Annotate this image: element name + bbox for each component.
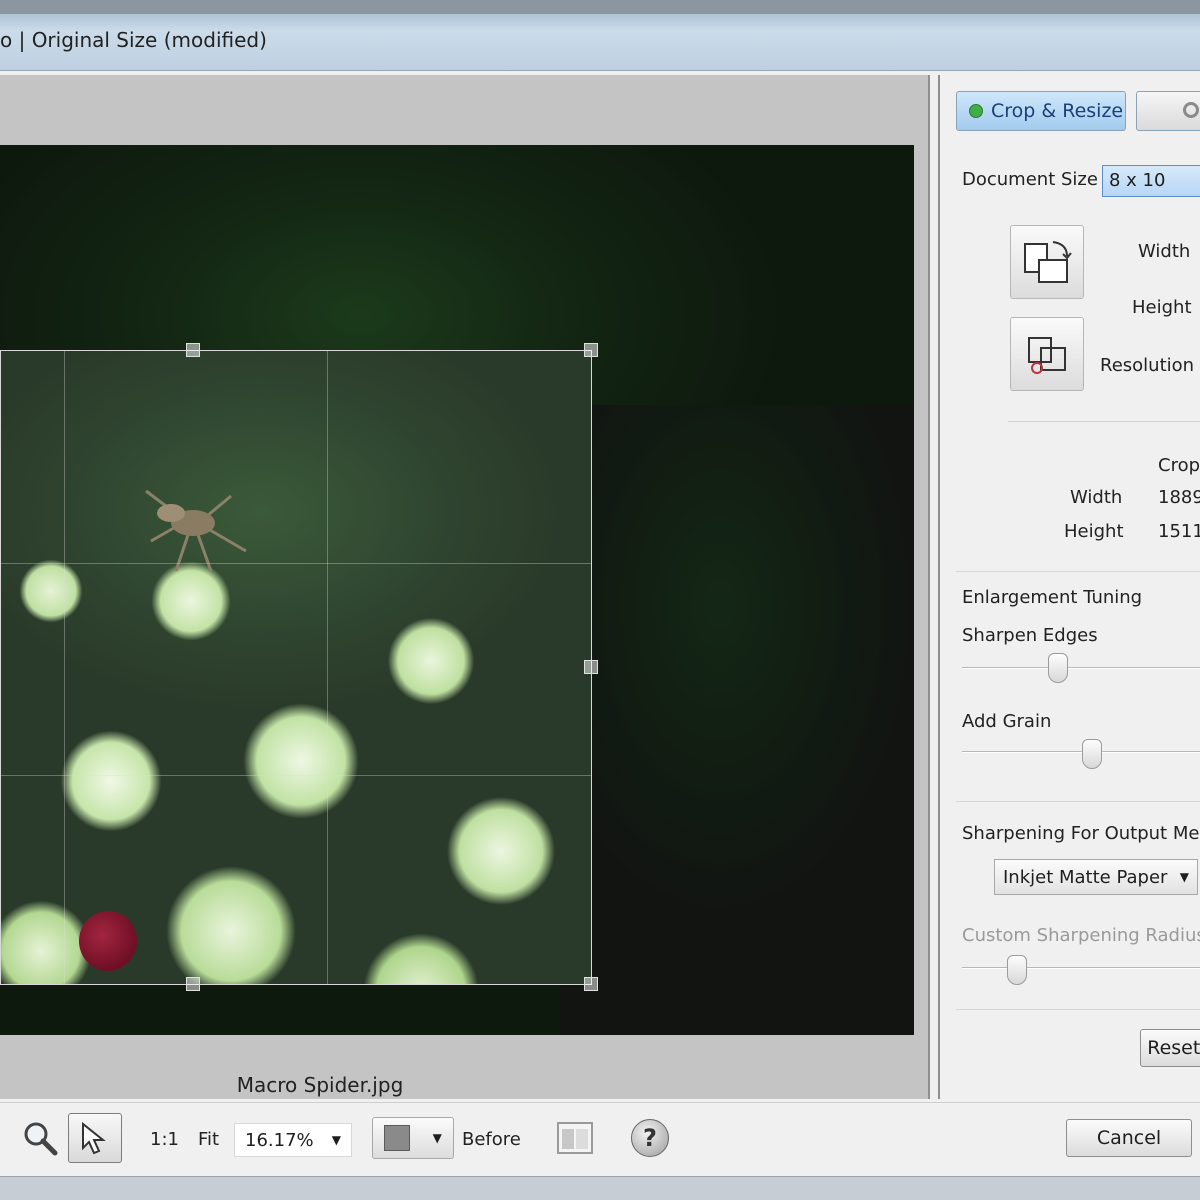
sharpen-edges-thumb[interactable] — [1047, 653, 1068, 683]
document-size-label: Document Size — [962, 169, 1098, 190]
help-icon: ? — [631, 1119, 669, 1157]
help-button[interactable]: ? — [622, 1113, 678, 1163]
zoom-select[interactable]: 16.17% ▼ — [234, 1123, 352, 1157]
divider — [956, 801, 1200, 802]
spider — [145, 489, 247, 571]
title-bar: o | Original Size (modified) — [0, 0, 1200, 70]
main-window: Macro Spider.jpg Crop & Resize Document … — [0, 70, 1200, 1190]
crop-header: Crop — [1158, 455, 1200, 476]
tab-settings[interactable] — [1136, 91, 1200, 131]
tab-crop-resize[interactable]: Crop & Resize — [956, 91, 1126, 131]
split-view-button[interactable] — [554, 1113, 596, 1163]
reset-button[interactable]: Reset / — [1140, 1029, 1200, 1067]
crop-height-label: Height — [1064, 521, 1124, 542]
divider — [1008, 421, 1200, 422]
unlink-icon — [1028, 337, 1066, 374]
zoom-one-to-one-button[interactable]: 1:1 — [150, 1129, 179, 1150]
height-label: Height — [1132, 297, 1192, 318]
sharpen-edges-track[interactable] — [962, 667, 1200, 669]
crop-handle-right[interactable] — [584, 660, 598, 674]
crop-grid-line — [1, 775, 591, 776]
sharpen-edges-label: Sharpen Edges — [962, 625, 1098, 646]
chevron-down-icon: ▼ — [1179, 870, 1189, 884]
resolution-label: Resolution — [1100, 355, 1195, 376]
output-media-select[interactable]: Inkjet Matte Paper ▼ — [994, 859, 1198, 895]
crop-width-value: 1889 — [1158, 487, 1200, 508]
crop-grid-line — [327, 351, 328, 984]
zoom-value: 16.17% — [245, 1129, 314, 1151]
window-frame-bottom — [0, 1176, 1200, 1200]
before-toggle[interactable]: Before — [462, 1129, 521, 1150]
red-berry — [79, 911, 137, 971]
fit-button[interactable]: Fit — [198, 1129, 219, 1150]
zoom-tool-button[interactable] — [18, 1113, 62, 1163]
crop-handle-top[interactable] — [186, 343, 200, 357]
chevron-down-icon: ▼ — [432, 1131, 442, 1145]
rotate-orientation-button[interactable] — [1010, 225, 1084, 299]
settings-panel: Crop & Resize Document Size 8 x 10 Width… — [938, 75, 1200, 1099]
photo-canvas[interactable] — [0, 145, 914, 1035]
pointer-arrow-icon — [82, 1121, 106, 1155]
tab-label: Crop & Resize — [991, 100, 1124, 122]
divider — [956, 1009, 1200, 1010]
crop-handle-bottom[interactable] — [186, 977, 200, 991]
add-grain-label: Add Grain — [962, 711, 1052, 732]
split-view-icon — [557, 1122, 593, 1154]
magnifier-icon — [24, 1122, 58, 1156]
output-media-value: Inkjet Matte Paper — [1003, 866, 1168, 888]
background-color-select[interactable]: ▼ — [372, 1117, 454, 1159]
chevron-down-icon: ▼ — [331, 1133, 341, 1147]
rotate-pages-icon — [1024, 241, 1072, 283]
sharpening-radius-thumb[interactable] — [1007, 955, 1028, 985]
output-media-title: Sharpening For Output Medi — [962, 823, 1200, 844]
select-tool-button[interactable] — [68, 1113, 122, 1163]
sharpening-radius-label: Custom Sharpening Radius — [962, 925, 1200, 946]
crop-width-label: Width — [1070, 487, 1123, 508]
crop-region[interactable] — [0, 350, 592, 985]
green-dot-icon — [969, 104, 983, 118]
crop-grid-line — [1, 563, 591, 564]
document-size-select[interactable]: 8 x 10 — [1102, 165, 1200, 197]
settings-icon — [1183, 102, 1199, 118]
divider — [956, 571, 1200, 572]
color-swatch — [384, 1125, 411, 1151]
bottom-toolbar: 1:1 Fit 16.17% ▼ ▼ Before ? Cancel — [0, 1102, 1200, 1176]
crop-height-value: 1511 — [1158, 521, 1200, 542]
cancel-button[interactable]: Cancel — [1066, 1119, 1192, 1157]
width-label: Width — [1138, 241, 1191, 262]
window-title: o | Original Size (modified) — [0, 28, 267, 52]
aspect-lock-button[interactable] — [1010, 317, 1084, 391]
add-grain-thumb[interactable] — [1081, 739, 1102, 769]
enlargement-title: Enlargement Tuning — [962, 587, 1143, 608]
crop-grid-line — [64, 351, 65, 984]
crop-handle-top-right[interactable] — [584, 343, 598, 357]
file-name: Macro Spider.jpg — [236, 1073, 404, 1097]
preview-pane: Macro Spider.jpg — [0, 75, 930, 1099]
crop-handle-bottom-right[interactable] — [584, 977, 598, 991]
sharpening-radius-track[interactable] — [962, 967, 1200, 969]
